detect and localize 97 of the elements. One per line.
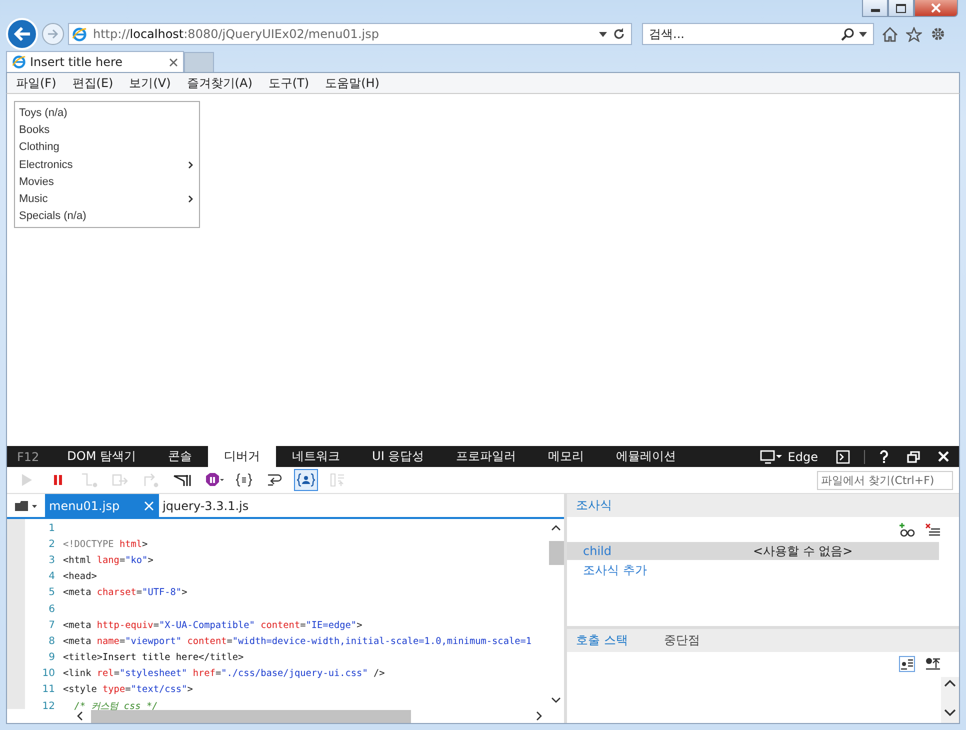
menu-item[interactable]: Music	[19, 193, 48, 206]
code-line: /* 커스텀 css */	[73, 700, 158, 713]
globe-icon	[72, 26, 87, 42]
chevron-down-icon[interactable]	[551, 697, 561, 703]
menu-item[interactable]: 즐겨찾기(A)	[186, 74, 252, 92]
line-number: 7	[48, 620, 56, 631]
dropdown-icon[interactable]	[859, 32, 867, 36]
star-icon[interactable]	[906, 26, 922, 42]
close-button[interactable]	[914, 0, 958, 17]
break-new-worker-icon	[171, 472, 193, 488]
menu-item[interactable]: 편집(E)	[72, 74, 114, 92]
menu-item[interactable]: Books	[19, 124, 50, 136]
code-line: <head>	[63, 571, 97, 582]
vertical-scrollbar[interactable]	[941, 676, 959, 723]
chevron-down-icon[interactable]	[944, 709, 956, 717]
devtools-tab[interactable]: 에뮬레이션	[600, 446, 692, 467]
just-my-code-icon	[295, 472, 317, 488]
line-number: 12	[41, 700, 56, 712]
panel-tab[interactable]: 중단점	[664, 632, 700, 648]
tab-title: Insert title here	[30, 55, 124, 69]
just-my-code-button[interactable]	[294, 469, 318, 491]
line-number: 2	[48, 538, 56, 550]
file-tab[interactable]: menu01.jsp	[45, 494, 159, 517]
code-line: <meta charset="UTF-8">	[63, 587, 188, 598]
find-field[interactable]: 파일에서 찾기(Ctrl+F)	[817, 470, 953, 490]
menu-item[interactable]: Specials (n/a)	[19, 210, 86, 222]
add-watch-icon[interactable]	[899, 522, 915, 536]
maximize-button[interactable]	[888, 0, 914, 17]
chevron-right-icon[interactable]	[536, 711, 542, 721]
search-icon[interactable]	[841, 27, 855, 41]
line-number: 5	[48, 587, 56, 598]
code-line: <!DOCTYPE html>	[63, 538, 148, 550]
line-number: 3	[48, 554, 56, 566]
search-field[interactable]: 검색...	[642, 23, 874, 45]
close-icon	[931, 3, 941, 13]
watch-row[interactable]: child <사용할 수 없음>	[567, 542, 939, 560]
panel-tab[interactable]: 호출 스택	[576, 632, 628, 648]
devtools-tab[interactable]: 디버거	[208, 446, 276, 467]
address-field[interactable]: http://localhost:8080/jQueryUIEx02/menu01.jsp	[68, 23, 632, 45]
panel-title: 조사식	[576, 497, 612, 514]
console-icon[interactable]	[836, 450, 850, 464]
back-button[interactable]	[6, 18, 38, 50]
monitor-icon[interactable]	[760, 450, 782, 464]
menu-item[interactable]: 보기(V)	[129, 74, 171, 92]
arrow-left-icon	[13, 26, 31, 42]
list-icon[interactable]	[899, 656, 915, 672]
menu-item[interactable]: Movies	[19, 176, 54, 188]
code-line: <title>Insert title here</title>	[63, 652, 244, 664]
devtools-label: F12	[16, 450, 40, 464]
minimize-button[interactable]	[862, 0, 888, 17]
code-line: <link rel="stylesheet" href="./css/base/jquery-ui.css" />	[63, 668, 385, 680]
devtools-tab[interactable]: 콘솔	[152, 446, 208, 467]
undock-icon[interactable]	[907, 450, 920, 462]
devtools-tab[interactable]: DOM 탐색기	[51, 446, 152, 467]
settings-icon[interactable]	[930, 26, 946, 42]
help-icon[interactable]	[879, 450, 889, 464]
devtools-tab[interactable]: 네트워크	[276, 446, 356, 467]
code-line: <meta http-equiv="X-UA-Compatible" content="IE=edge">	[63, 620, 362, 631]
file-tab[interactable]: jquery-3.3.1.js	[158, 494, 254, 517]
arrow-right-icon	[47, 29, 59, 39]
chevron-right-icon	[188, 160, 193, 169]
code-line: <meta name="viewport" content="width=device-width,initial-scale=1.0,minimum-scale=1	[63, 636, 532, 647]
document-mode[interactable]: Edge	[788, 450, 818, 464]
code-line: <style type="text/css">	[63, 684, 193, 696]
add-watch-link[interactable]: 조사식 추가	[567, 560, 959, 579]
menu-item[interactable]: 도움말(H)	[325, 74, 380, 92]
globe-icon	[12, 55, 26, 69]
browser-tab[interactable]: Insert title here	[6, 51, 184, 72]
menu-item[interactable]: 파일(F)	[16, 74, 56, 92]
line-number: 4	[48, 571, 56, 582]
menu-item[interactable]: Toys (n/a)	[19, 106, 68, 119]
scrollbar-thumb[interactable]	[91, 710, 411, 722]
menu-item[interactable]: Clothing	[19, 141, 60, 154]
chevron-left-icon[interactable]	[77, 711, 83, 721]
chevron-up-icon[interactable]	[944, 679, 956, 687]
devtools-tab[interactable]: 프로파일러	[440, 446, 532, 467]
line-number: 8	[48, 636, 56, 647]
chevron-up-icon[interactable]	[551, 525, 561, 531]
line-number: 9	[48, 652, 56, 664]
delete-watch-icon[interactable]	[925, 522, 941, 536]
refresh-icon[interactable]	[613, 28, 625, 40]
line-number: 6	[48, 604, 56, 615]
line-number: 10	[41, 668, 56, 680]
chevron-right-icon	[188, 195, 193, 204]
menu-item[interactable]: 도구(T)	[268, 74, 310, 92]
line-number: 11	[41, 684, 56, 696]
code-line: <html lang="ko">	[63, 554, 154, 566]
devtools-tab[interactable]: UI 응답성	[356, 446, 440, 467]
line-number: 1	[48, 522, 56, 534]
dropdown-icon[interactable]	[599, 32, 607, 36]
scrollbar-thumb[interactable]	[548, 541, 564, 565]
pretty-print-icon	[233, 472, 255, 488]
menu-item[interactable]: Electronics	[19, 158, 73, 171]
devtools-tab[interactable]: 메모리	[532, 446, 600, 467]
folder-icon	[14, 500, 38, 512]
breakpoint-list-icon[interactable]	[925, 657, 941, 671]
home-icon[interactable]	[882, 26, 898, 42]
